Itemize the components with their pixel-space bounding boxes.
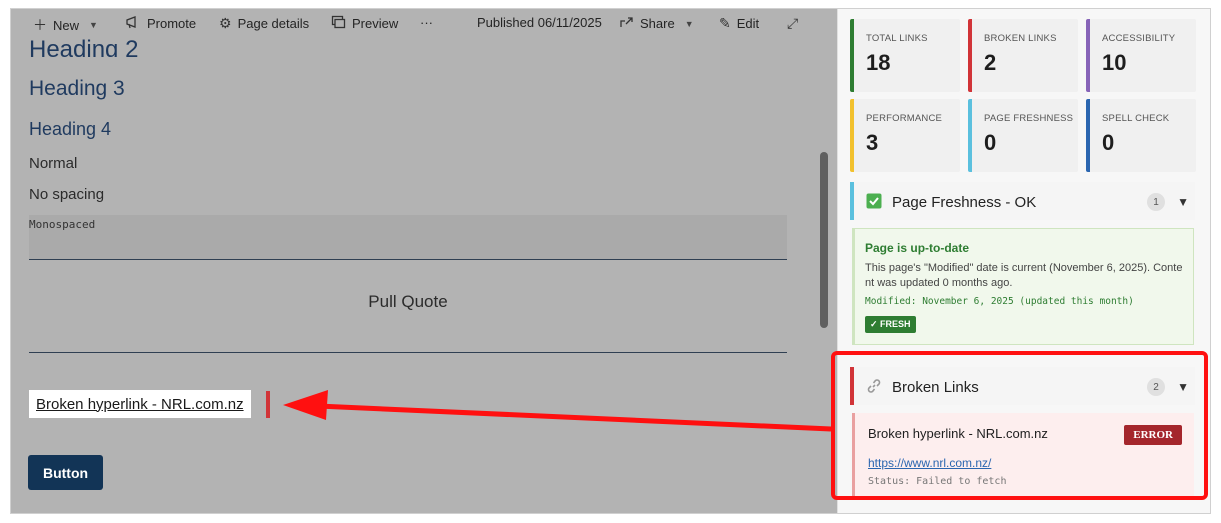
stat-value: 0	[1102, 130, 1115, 155]
preview-button[interactable]: Preview	[331, 15, 398, 32]
stat-value: 10	[1102, 50, 1127, 75]
freshness-card: Page is up-to-date This page's "Modified…	[852, 228, 1194, 345]
pull-quote: Pull Quote	[368, 292, 448, 311]
link-icon	[866, 378, 882, 399]
stat-value: 18	[866, 50, 891, 75]
stat-label: PERFORMANCE	[866, 113, 943, 124]
error-marker	[266, 391, 270, 418]
preview-icon	[331, 15, 346, 32]
promote-button[interactable]: Promote	[125, 15, 196, 32]
pencil-icon: ✎	[719, 15, 731, 31]
error-badge: ERROR	[1124, 425, 1182, 445]
share-button[interactable]: Share ▼	[619, 15, 694, 32]
expand-icon: ⤢	[787, 15, 799, 31]
stat-value: 3	[866, 130, 879, 155]
stat-label: TOTAL LINKS	[866, 33, 928, 44]
scrollbar-thumb[interactable]	[820, 152, 828, 328]
stat-label: PAGE FRESHNESS	[984, 113, 1074, 124]
stat-tile-performance[interactable]: PERFORMANCE 3	[850, 99, 960, 172]
edit-button[interactable]: ✎ Edit	[719, 15, 759, 32]
stat-tile-broken-links[interactable]: BROKEN LINKS 2	[968, 19, 1078, 92]
page-editor: ＋ New ▼ Promote ⚙ Page details Preview ·…	[11, 9, 837, 513]
chevron-down-icon[interactable]: ▼	[1177, 195, 1189, 209]
stat-value: 2	[984, 50, 997, 75]
check-icon	[866, 193, 882, 214]
chevron-down-icon: ▼	[89, 20, 98, 30]
divider-bottom	[29, 352, 787, 353]
content-button[interactable]: Button	[28, 455, 103, 490]
section-title: Page Freshness - OK	[892, 194, 1037, 211]
fetch-status: Status: Failed to fetch	[868, 476, 1007, 487]
monospaced-text: Monospaced	[29, 218, 96, 231]
quality-panel: TOTAL LINKS 18 BROKEN LINKS 2 ACCESSIBILITY 1…	[837, 9, 1210, 513]
stat-tile-accessibility[interactable]: ACCESSIBILITY 10	[1086, 19, 1196, 92]
broken-link-card: Broken hyperlink - NRL.com.nz ERROR http…	[852, 413, 1194, 498]
page-details-button[interactable]: ⚙ Page details	[219, 15, 309, 32]
section-page-freshness[interactable]: Page Freshness - OK 1 ▼	[850, 182, 1195, 220]
monospaced-block: Monospaced	[29, 215, 787, 259]
count-badge: 2	[1147, 378, 1165, 396]
stat-value: 0	[984, 130, 997, 155]
published-status: Published 06/11/2025	[477, 15, 602, 30]
card-title: Page is up-to-date	[865, 241, 970, 255]
broken-url-link[interactable]: https://www.nrl.com.nz/	[868, 456, 1194, 470]
stat-tile-page-freshness[interactable]: PAGE FRESHNESS 0	[968, 99, 1078, 172]
expand-button[interactable]: ⤢	[787, 15, 798, 32]
more-options-button[interactable]: ···	[420, 15, 433, 30]
section-broken-links[interactable]: Broken Links 2 ▼	[850, 367, 1195, 405]
app-frame: ＋ New ▼ Promote ⚙ Page details Preview ·…	[10, 8, 1211, 514]
card-modified: Modified: November 6, 2025 (updated this…	[865, 296, 1134, 307]
fresh-badge: ✓ FRESH	[865, 316, 916, 333]
heading-3: Heading 3	[29, 77, 125, 100]
heading-4: Heading 4	[29, 119, 112, 139]
stat-tile-total-links[interactable]: TOTAL LINKS 18	[850, 19, 960, 92]
heading-2: Heading 2	[29, 36, 139, 57]
broken-hyperlink[interactable]: Broken hyperlink - NRL.com.nz	[29, 390, 251, 418]
megaphone-icon	[125, 15, 141, 32]
gear-icon: ⚙	[219, 15, 232, 31]
stat-label: ACCESSIBILITY	[1102, 33, 1176, 44]
chevron-down-icon: ▼	[684, 18, 694, 29]
share-icon	[619, 15, 634, 32]
section-title: Broken Links	[892, 379, 979, 396]
normal-text: Normal	[29, 155, 78, 172]
count-badge: 1	[1147, 193, 1165, 211]
stat-tile-spell-check[interactable]: SPELL CHECK 0	[1086, 99, 1196, 172]
divider-top	[29, 259, 787, 260]
no-spacing-text: No spacing	[29, 186, 105, 203]
stat-label: SPELL CHECK	[1102, 113, 1170, 124]
stat-label: BROKEN LINKS	[984, 33, 1057, 44]
chevron-down-icon[interactable]: ▼	[1177, 380, 1189, 394]
card-description: This page's "Modified" date is current (…	[865, 262, 1183, 289]
